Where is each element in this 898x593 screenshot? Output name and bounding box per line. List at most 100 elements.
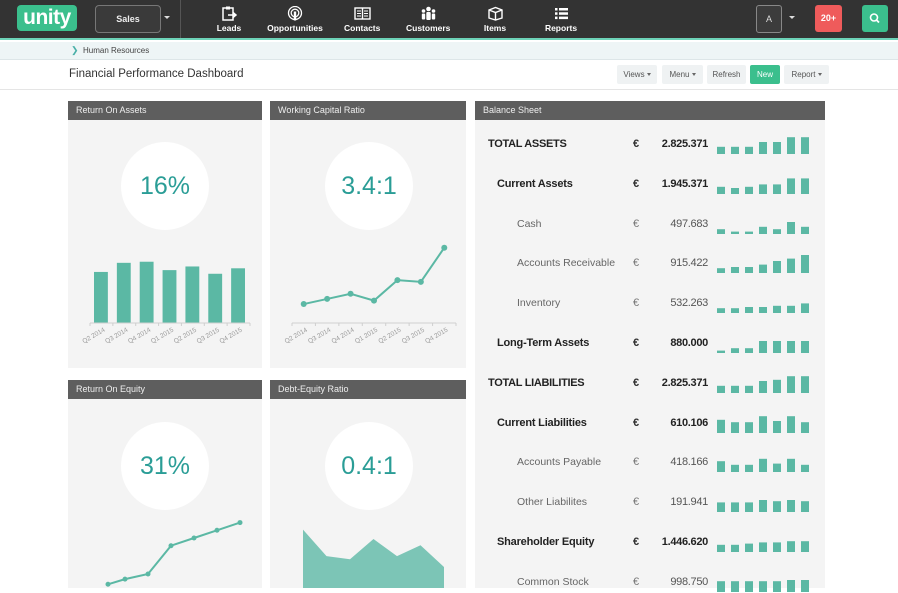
wcr-point	[347, 290, 354, 297]
menu-label: Menu	[669, 70, 690, 79]
roe-line-chart	[105, 520, 243, 587]
nav-customers[interactable]: Customers	[406, 6, 450, 38]
balance-sheet-row[interactable]: Accounts Receivable €915.422	[475, 254, 825, 274]
roa-bar	[94, 271, 108, 323]
currency-symbol: €	[633, 575, 640, 588]
balance-sheet-row[interactable]: Accounts Payable €418.166	[475, 453, 825, 473]
spark-bar	[787, 305, 795, 314]
spark-bar	[731, 146, 739, 154]
row-value: 497.683	[670, 217, 708, 230]
sparkline-bars	[717, 137, 809, 154]
nav-items-label: Items	[483, 23, 507, 33]
spark-bar	[759, 226, 767, 234]
page-title: Financial Performance Dashboard	[69, 68, 244, 80]
x-tick-label: Q2 2014	[284, 326, 309, 345]
spark-bar	[745, 465, 753, 473]
chevron-down-icon[interactable]	[789, 16, 795, 19]
balance-sheet-row[interactable]: Shareholder Equity €1.446.620	[475, 533, 825, 553]
views-button[interactable]: Views	[617, 65, 657, 84]
roe-point	[214, 527, 220, 533]
refresh-button[interactable]: Refresh	[707, 65, 746, 84]
spark-bar	[717, 461, 725, 473]
spark-bar	[787, 375, 795, 393]
spark-bar	[731, 465, 739, 473]
menu-button[interactable]: Menu	[662, 65, 703, 84]
nav-contacts-label: Contacts	[344, 23, 381, 33]
spark-bar	[787, 221, 795, 234]
nav-contacts[interactable]: Contacts	[344, 6, 380, 38]
roa-bar	[139, 261, 154, 323]
balance-sheet-row[interactable]: Current Assets €1.945.371	[475, 175, 825, 195]
nav-leads[interactable]: Leads	[214, 6, 244, 38]
debt-equity-ratio-panel: Debt-Equity Ratio 0.4:1	[270, 380, 466, 588]
nav-customers-label: Customers	[406, 23, 451, 33]
row-value: 418.166	[670, 456, 708, 469]
spark-bar	[773, 542, 781, 552]
balance-sheet-row[interactable]: Cash €497.683	[475, 215, 825, 235]
row-value: 880.000	[670, 337, 708, 349]
sparkline-bars	[717, 415, 809, 433]
list-icon	[554, 8, 568, 20]
row-label: Accounts Receivable	[517, 257, 616, 270]
nav-opportunities[interactable]: Opportunities	[266, 6, 324, 38]
spark-bar	[801, 178, 809, 194]
spark-bar	[745, 267, 753, 274]
working-capital-ratio-panel: Working Capital Ratio 3.4:1 Q2 2014 Q3 20…	[270, 101, 466, 368]
nav-leads-label: Leads	[216, 23, 242, 33]
open-book-icon	[353, 7, 371, 20]
row-label: Current Liabilities	[497, 416, 587, 429]
currency-symbol: €	[633, 217, 640, 230]
spark-bar	[745, 231, 753, 234]
balance-sheet-row[interactable]: TOTAL LIABILITIES €2.825.371	[475, 374, 825, 394]
report-button[interactable]: Report	[784, 65, 829, 84]
balance-sheet-row[interactable]: Long-Term Assets €880.000	[475, 334, 825, 354]
balance-sheet-panel: Balance Sheet TOTAL ASSETS €2.825.371 Curr…	[475, 101, 825, 592]
balance-sheet-row[interactable]: Common Stock €998.750	[475, 573, 825, 593]
spark-bar	[759, 500, 767, 513]
search-button[interactable]	[862, 5, 888, 32]
spark-bar	[717, 502, 725, 513]
top-navigation-bar: unity Sales Leads Opportunities Contacts	[0, 0, 898, 40]
spark-bar	[717, 350, 725, 353]
spark-bar	[773, 420, 781, 433]
chevron-down-icon	[817, 73, 822, 77]
spark-bar	[759, 415, 767, 433]
sparkline-bars	[717, 255, 809, 274]
balance-sheet-row[interactable]: Other Liabilites €191.941	[475, 493, 825, 513]
row-label: Long-Term Assets	[497, 337, 590, 349]
balance-sheet-row[interactable]: Inventory €532.263	[475, 294, 825, 314]
spark-bar	[759, 264, 767, 274]
row-value: 915.422	[670, 257, 708, 270]
spark-bar	[731, 267, 739, 274]
user-avatar-button[interactable]: A	[756, 5, 782, 33]
roe-point	[168, 543, 174, 549]
chevron-down-icon[interactable]	[164, 16, 170, 19]
notifications-badge[interactable]: 20+	[815, 5, 842, 32]
divider	[180, 0, 181, 38]
breadcrumb-item[interactable]: Human Resources	[83, 46, 149, 55]
spark-bar	[717, 228, 725, 234]
wcr-point	[394, 277, 401, 284]
clipboard-arrow-icon	[222, 6, 237, 21]
unity-logo[interactable]: unity	[17, 5, 77, 31]
nav-reports-label: Reports	[544, 23, 578, 33]
x-tick-label: Q2 2014	[81, 326, 106, 345]
spark-bar	[773, 463, 781, 473]
spark-bar	[787, 579, 795, 592]
panel-title: Balance Sheet	[475, 101, 825, 120]
roa-bar	[116, 262, 131, 323]
balance-sheet-row[interactable]: TOTAL ASSETS €2.825.371	[475, 135, 825, 155]
spark-bar	[759, 184, 767, 194]
spark-bar	[717, 268, 725, 274]
nav-items[interactable]: Items	[482, 6, 508, 38]
module-selector[interactable]: Sales	[95, 5, 161, 33]
spark-bar	[745, 580, 753, 592]
spark-bar	[773, 305, 781, 314]
balance-sheet-row[interactable]: Current Liabilities €610.106	[475, 414, 825, 434]
nav-reports[interactable]: Reports	[544, 6, 578, 38]
broadcast-icon	[287, 6, 303, 21]
spark-bar	[717, 186, 725, 194]
spark-bar	[787, 137, 795, 154]
views-label: Views	[623, 70, 645, 79]
new-button[interactable]: New	[750, 65, 780, 84]
